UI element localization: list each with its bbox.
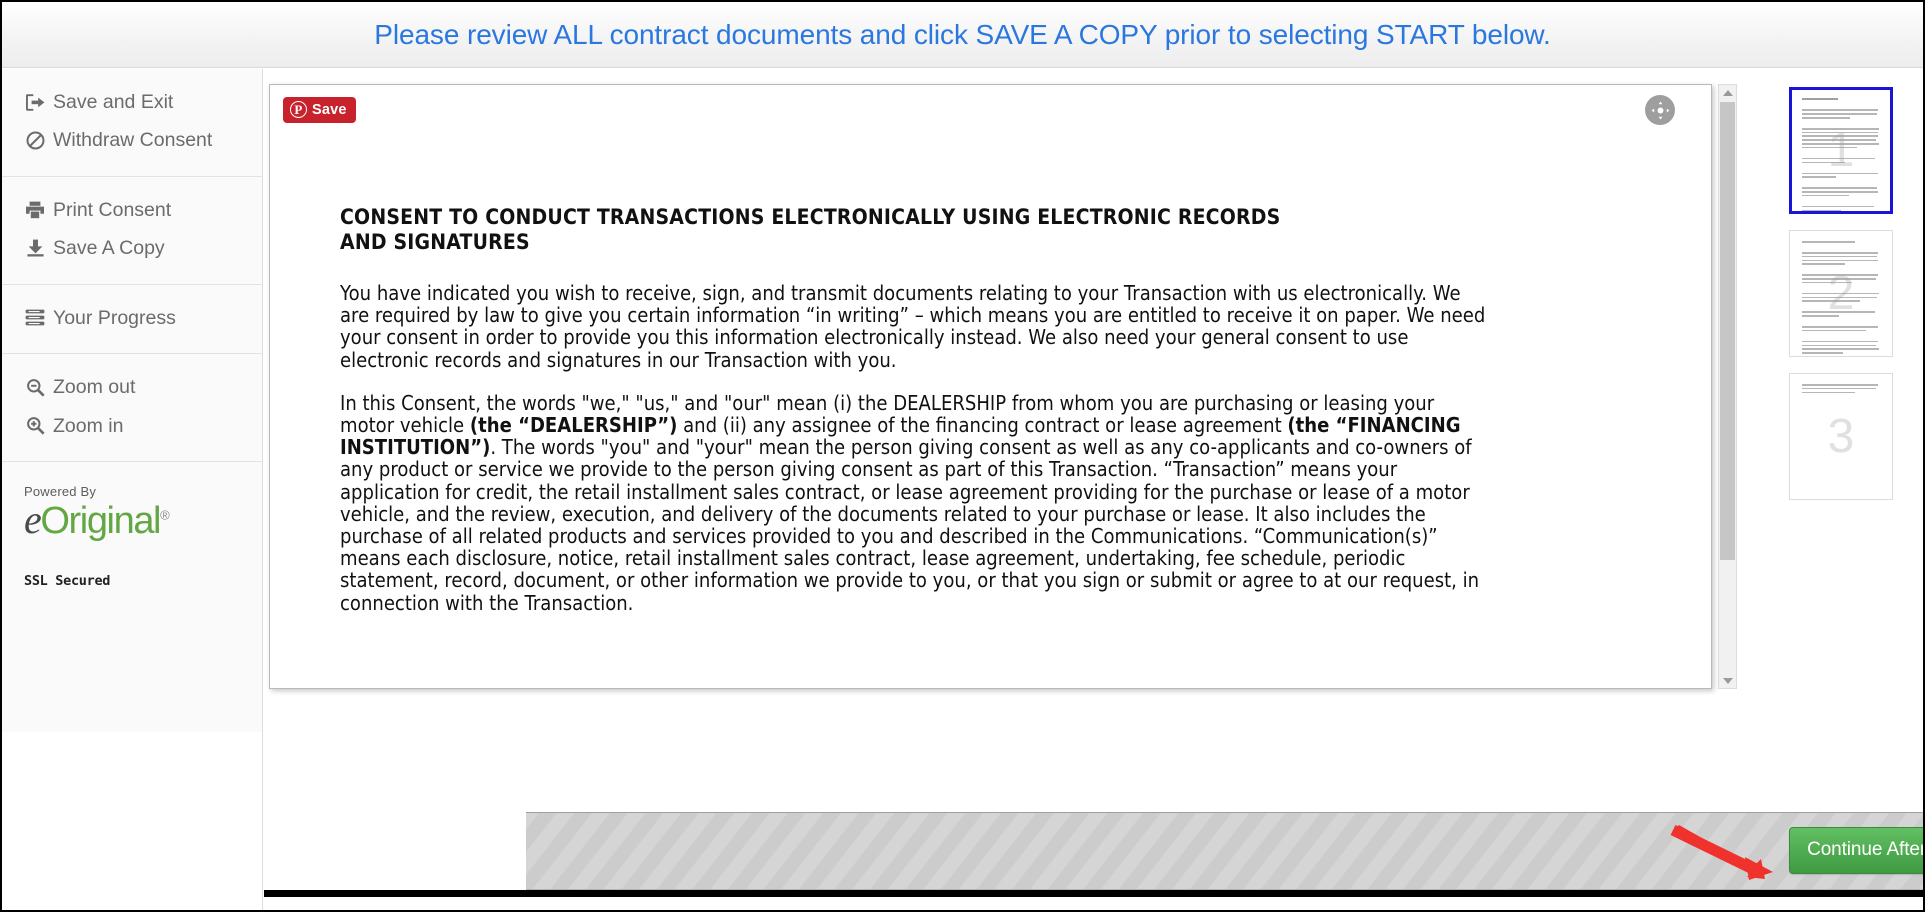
registered-mark: ® bbox=[160, 507, 170, 523]
scroll-down-arrow[interactable] bbox=[1719, 673, 1736, 688]
document-scrollbar[interactable] bbox=[1718, 84, 1737, 689]
sign-out-icon bbox=[24, 92, 46, 112]
page-thumbnail-2[interactable]: 2 bbox=[1789, 230, 1893, 357]
sidebar-item-withdraw-consent[interactable]: Withdraw Consent bbox=[2, 121, 262, 159]
sidebar-item-label: Zoom out bbox=[53, 376, 136, 399]
sidebar-group-output: Print Consent Save A Copy bbox=[2, 176, 262, 285]
scroll-up-arrow[interactable] bbox=[1719, 85, 1736, 100]
sidebar-item-save-a-copy[interactable]: Save A Copy bbox=[2, 229, 262, 267]
zoom-out-icon bbox=[24, 377, 46, 397]
zoom-in-icon bbox=[24, 416, 46, 436]
sidebar-group-progress: Your Progress bbox=[2, 284, 262, 355]
eoriginal-logo-word: Original bbox=[40, 499, 161, 542]
sidebar-item-label: Print Consent bbox=[53, 198, 172, 221]
document-page-container: P Save CONSENT TO CONDUCT TRANSACTIONS E… bbox=[269, 84, 1712, 689]
powered-by-label: Powered By bbox=[24, 483, 97, 499]
ssl-secured-label: SSL Secured bbox=[24, 572, 111, 589]
instruction-banner-text: Please review ALL contract documents and… bbox=[374, 18, 1551, 50]
list-icon bbox=[24, 308, 46, 328]
thumbnail-preview bbox=[1794, 378, 1888, 495]
sidebar-item-label: Save and Exit bbox=[53, 91, 174, 113]
sidebar-group-zoom: Zoom out Zoom in bbox=[2, 354, 262, 462]
pinterest-save-label: Save bbox=[312, 101, 347, 118]
sidebar-item-print-consent[interactable]: Print Consent bbox=[2, 191, 262, 229]
continue-after-reviewing-document-button[interactable]: Continue After Reviewing Document bbox=[1789, 827, 1923, 874]
thumbnail-preview bbox=[1794, 235, 1888, 354]
printer-icon bbox=[24, 200, 46, 220]
sidebar: Save and Exit Withdraw Consent Print Con… bbox=[2, 69, 263, 910]
document-text-body: CONSENT TO CONDUCT TRANSACTIONS ELECTRON… bbox=[340, 205, 1493, 635]
sidebar-item-save-and-exit[interactable]: Save and Exit bbox=[2, 83, 262, 121]
sidebar-item-your-progress[interactable]: Your Progress bbox=[2, 299, 262, 337]
page-thumbnail-rail: 1 3 bbox=[1759, 69, 1923, 839]
document-title: CONSENT TO CONDUCT TRANSACTIONS ELECTRON… bbox=[340, 205, 1281, 255]
action-bar: Continue After Reviewing Document bbox=[526, 812, 1923, 890]
pinterest-save-button[interactable]: P Save bbox=[283, 97, 356, 123]
sidebar-item-label: Zoom in bbox=[53, 414, 124, 437]
thumbnail-preview bbox=[1794, 92, 1888, 211]
eoriginal-logo-e: e bbox=[24, 496, 42, 542]
sidebar-item-label: Your Progress bbox=[53, 306, 176, 329]
footer-strip bbox=[264, 890, 1923, 910]
red-pointer-arrow bbox=[1670, 825, 1773, 880]
document-page[interactable]: P Save CONSENT TO CONDUCT TRANSACTIONS E… bbox=[269, 84, 1712, 689]
document-paragraph: In this Consent, the words "we," "us," a… bbox=[340, 390, 1480, 615]
application-window: Please review ALL contract documents and… bbox=[0, 0, 1925, 912]
sidebar-group-session: Save and Exit Withdraw Consent bbox=[2, 69, 262, 177]
sidebar-item-zoom-in[interactable]: Zoom in bbox=[2, 407, 262, 445]
page-thumbnail-3[interactable]: 3 bbox=[1789, 373, 1893, 500]
download-icon bbox=[24, 238, 46, 258]
eoriginal-logo: eOriginal® bbox=[24, 496, 262, 542]
document-viewer: P Save CONSENT TO CONDUCT TRANSACTIONS E… bbox=[264, 69, 1923, 910]
sidebar-item-label: Save A Copy bbox=[53, 237, 165, 260]
page-thumbnail-1[interactable]: 1 bbox=[1789, 87, 1893, 214]
sidebar-item-label: Withdraw Consent bbox=[53, 129, 213, 152]
document-paragraph: You have indicated you wish to receive, … bbox=[340, 281, 1486, 372]
pinterest-icon: P bbox=[290, 101, 307, 118]
branding-block: Powered By eOriginal® SSL Secured bbox=[2, 461, 262, 732]
sidebar-item-zoom-out[interactable]: Zoom out bbox=[2, 368, 262, 406]
scrollbar-thumb[interactable] bbox=[1720, 102, 1735, 560]
move-icon[interactable] bbox=[1645, 95, 1675, 125]
instruction-banner: Please review ALL contract documents and… bbox=[2, 2, 1923, 68]
ban-icon bbox=[24, 131, 46, 151]
